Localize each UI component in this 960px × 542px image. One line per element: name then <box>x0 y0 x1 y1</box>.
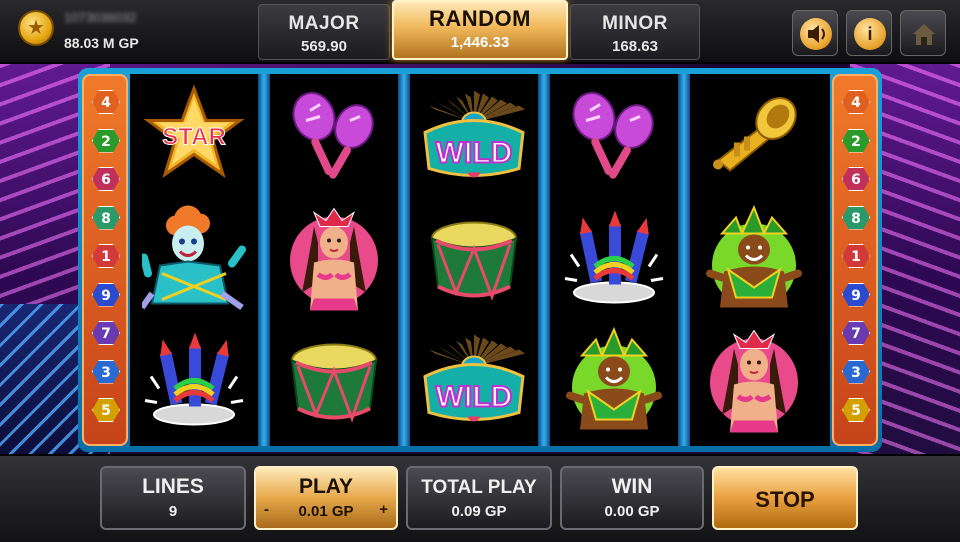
jackpot-major: MAJOR 569.90 <box>258 4 390 60</box>
carnival-man-icon <box>562 326 666 441</box>
reel-divider <box>398 74 410 446</box>
bet-increase-button[interactable]: + <box>379 501 388 518</box>
balance: 88.03 M GP <box>64 35 139 51</box>
trumpet-symbol <box>690 80 818 198</box>
total-play-value: 0.09 GP <box>451 503 507 520</box>
lines-value: 9 <box>168 503 178 520</box>
payline-badge-right[interactable]: 9 <box>842 282 870 307</box>
reel-4 <box>550 74 678 446</box>
payline-column-right: 4 2 6 8 1 9 7 3 5 <box>832 74 878 446</box>
jackpot-minor-value: 168.63 <box>612 38 658 55</box>
lines-display: LINES 9 <box>100 466 246 530</box>
payline-badge-left[interactable]: 9 <box>92 282 120 307</box>
stop-label: STOP <box>755 487 815 512</box>
wild-symbol: WILD <box>410 80 538 198</box>
fireworks-symbol <box>550 202 678 320</box>
jackpot-minor-label: MINOR <box>602 13 668 34</box>
trumpet-icon <box>704 87 804 192</box>
carnival-man-symbol <box>690 202 818 320</box>
svg-text:WILD: WILD <box>436 137 513 170</box>
dancer-symbol <box>270 202 398 320</box>
payline-badge-right[interactable]: 7 <box>842 321 870 345</box>
reel-divider <box>538 74 550 446</box>
payline-badge-left[interactable]: 6 <box>92 167 120 191</box>
reel-3: WILD WILD <box>410 74 538 446</box>
reel-divider <box>258 74 270 446</box>
jackpot-random-value: 1,446.33 <box>450 34 510 51</box>
wild-symbol: WILD <box>410 324 538 442</box>
jackpot-random-label: RANDOM <box>429 6 531 31</box>
payline-badge-left[interactable]: 1 <box>92 244 120 268</box>
win-display: WIN 0.00 GP <box>560 466 704 530</box>
payline-badge-right[interactable]: 8 <box>842 205 870 230</box>
drum-icon <box>424 209 524 314</box>
wild-icon: WILD <box>415 331 533 436</box>
lines-label: LINES <box>142 475 204 498</box>
reel-2 <box>270 74 398 446</box>
play-value: 0.01 GP <box>298 503 354 520</box>
payline-badge-left[interactable]: 2 <box>92 128 120 153</box>
payline-badge-right[interactable]: 6 <box>842 167 870 191</box>
payline-badge-left[interactable]: 4 <box>92 90 120 114</box>
reel-area: STAR WILD WILD <box>130 74 830 446</box>
svg-text:WILD: WILD <box>436 381 513 414</box>
play-bet-control[interactable]: PLAY 0.01 GP - + <box>254 466 398 530</box>
dancer-icon <box>704 325 804 442</box>
drum-icon <box>284 331 384 436</box>
reel-5 <box>690 74 818 446</box>
drum-symbol <box>270 324 398 442</box>
payline-column-left: 4 2 6 8 1 9 7 3 5 <box>82 74 128 446</box>
speaker-icon <box>800 18 832 50</box>
payline-badge-right[interactable]: 2 <box>842 128 870 153</box>
jackpot-minor: MINOR 168.63 <box>570 4 700 60</box>
jackpot-major-value: 569.90 <box>301 38 347 55</box>
svg-text:STAR: STAR <box>162 124 226 151</box>
payline-badge-left[interactable]: 8 <box>92 205 120 230</box>
info-icon: i <box>854 18 886 50</box>
maracas-icon <box>284 87 384 192</box>
fireworks-symbol <box>130 324 258 442</box>
info-button[interactable]: i <box>846 10 892 56</box>
star-icon: STAR <box>142 84 246 194</box>
play-label: PLAY <box>298 475 354 498</box>
total-play-label: TOTAL PLAY <box>421 477 537 498</box>
dancer-icon <box>284 203 384 320</box>
maracas-symbol <box>270 80 398 198</box>
payline-badge-left[interactable]: 3 <box>92 359 120 384</box>
bet-decrease-button[interactable]: - <box>264 501 269 518</box>
total-play-display: TOTAL PLAY 0.09 GP <box>406 466 552 530</box>
bottom-bar: LINES 9 PLAY 0.01 GP - + TOTAL PLAY 0.09… <box>0 454 960 542</box>
account-id: 1073036032 <box>64 10 137 25</box>
payline-badge-right[interactable]: 5 <box>842 398 870 422</box>
drum-symbol <box>410 202 538 320</box>
star-symbol: STAR <box>130 80 258 198</box>
home-button[interactable] <box>900 10 946 56</box>
payline-badge-right[interactable]: 3 <box>842 359 870 384</box>
carnival-man-symbol <box>550 324 678 442</box>
wild-icon: WILD <box>415 87 533 192</box>
fireworks-icon <box>141 329 247 438</box>
stop-button[interactable]: STOP <box>712 466 858 530</box>
fireworks-icon <box>561 207 667 316</box>
maracas-icon <box>564 87 664 192</box>
jackpot-random: RANDOM 1,446.33 <box>392 0 568 60</box>
jackpot-major-label: MAJOR <box>288 13 360 34</box>
payline-badge-right[interactable]: 1 <box>842 244 870 268</box>
reel-divider <box>678 74 690 446</box>
payline-badge-left[interactable]: 5 <box>92 398 120 422</box>
payline-badge-right[interactable]: 4 <box>842 90 870 114</box>
sound-button[interactable] <box>792 10 838 56</box>
payline-badge-left[interactable]: 7 <box>92 321 120 345</box>
top-bar: ★ 1073036032 88.03 M GP MAJOR 569.90 RAN… <box>0 0 960 64</box>
coin-icon: ★ <box>18 10 54 46</box>
maracas-symbol <box>550 80 678 198</box>
win-label: WIN <box>611 475 653 498</box>
win-value: 0.00 GP <box>604 503 660 520</box>
reel-1: STAR <box>130 74 258 446</box>
clown-icon <box>139 204 246 319</box>
carnival-man-icon <box>702 204 806 319</box>
clown-symbol <box>130 202 258 320</box>
dancer-symbol <box>690 324 818 442</box>
home-icon <box>910 20 938 48</box>
